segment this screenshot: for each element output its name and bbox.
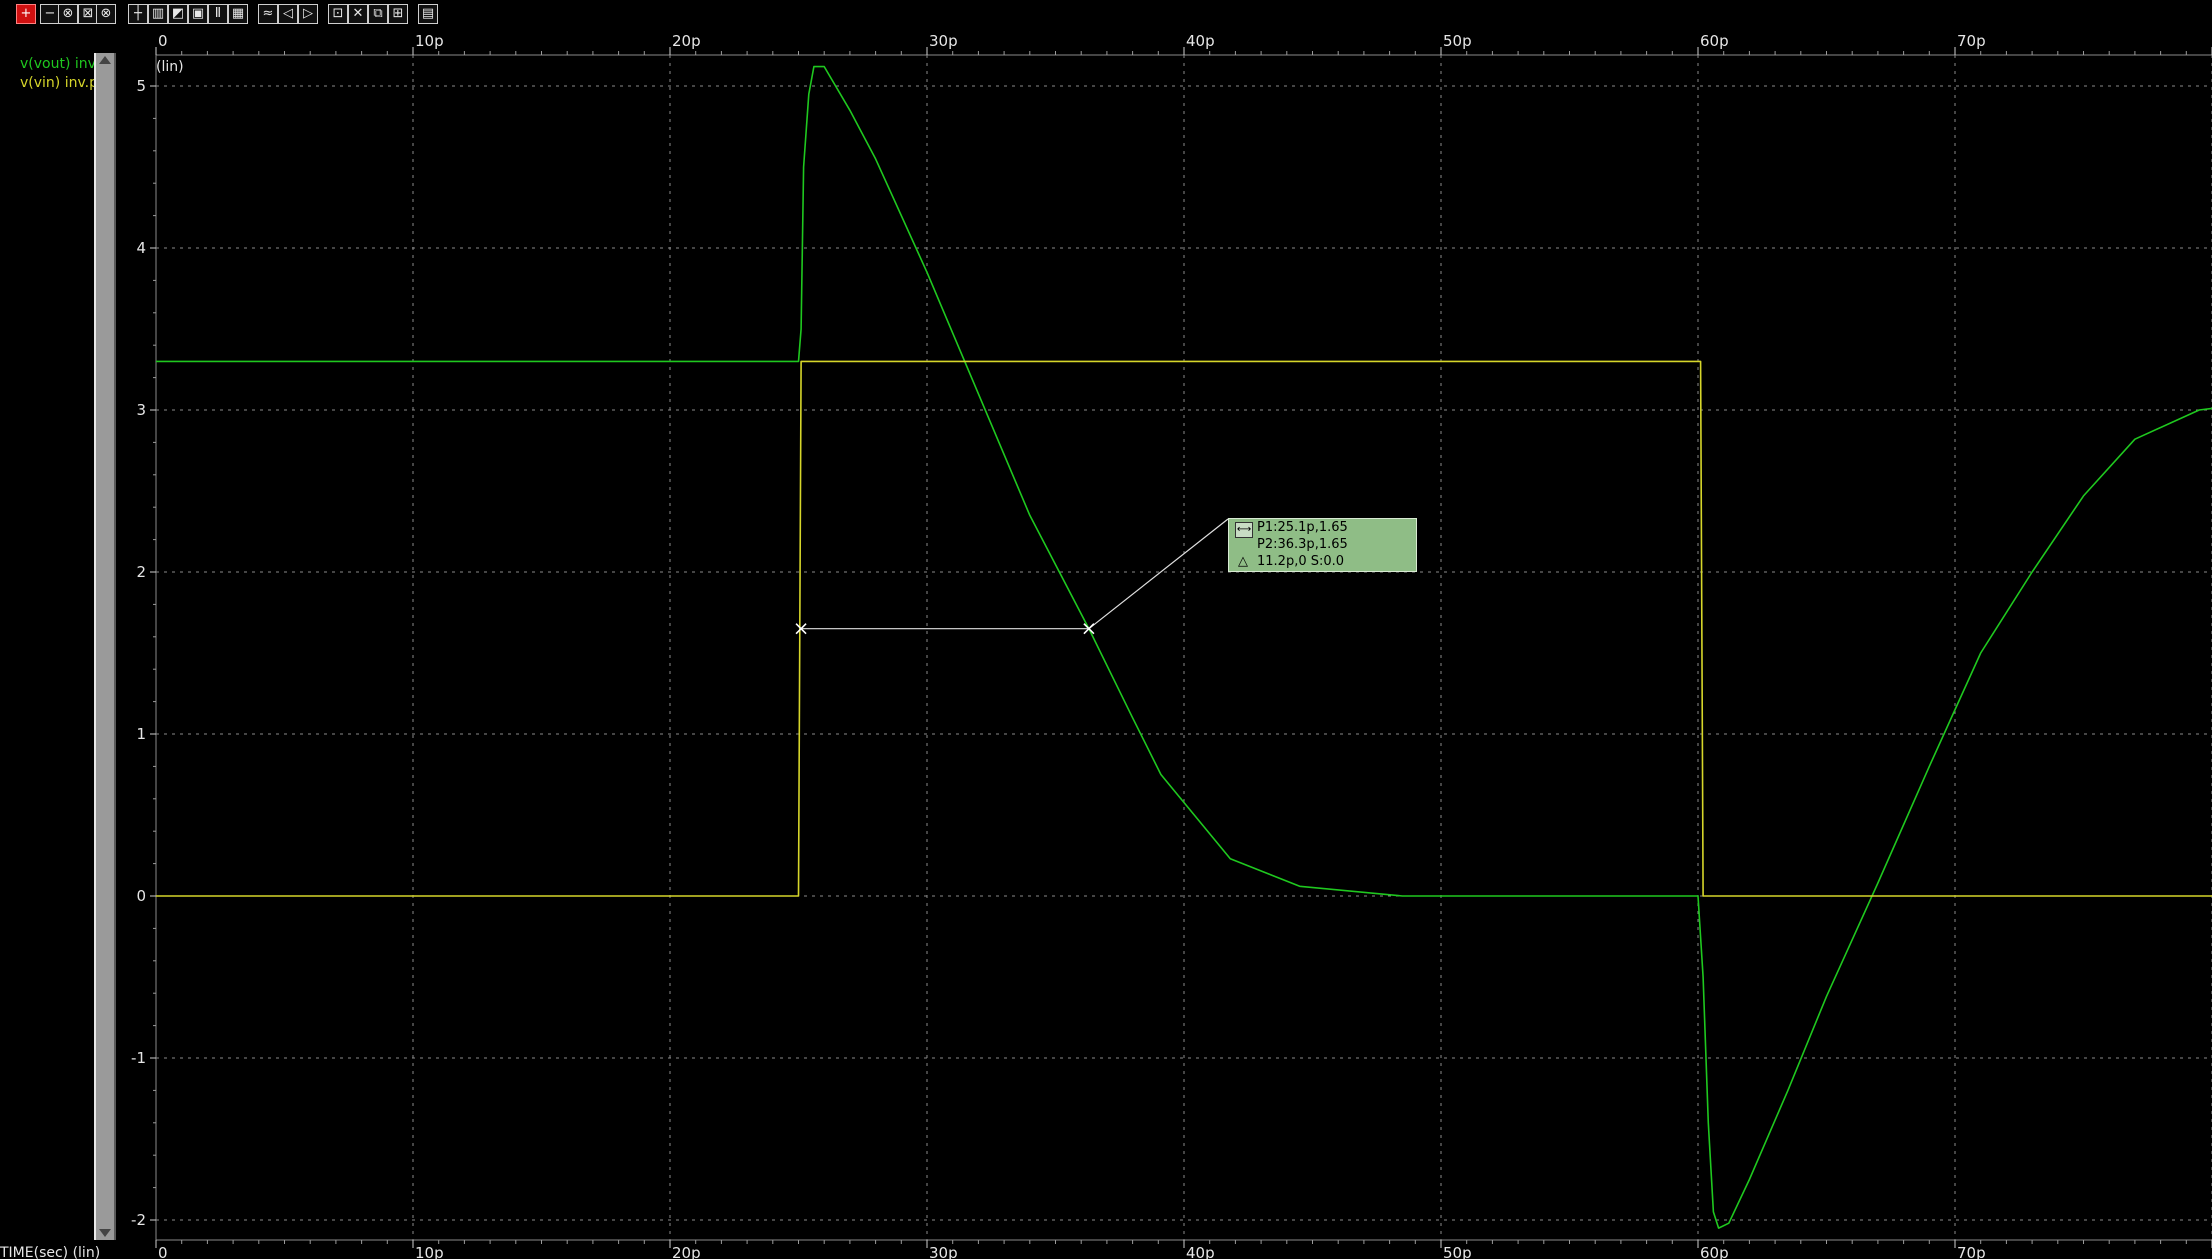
x-tick-label-bottom: 0 (158, 1244, 168, 1259)
delta-icon: △ (1238, 554, 1248, 569)
y-tick-label: 4 (136, 239, 146, 257)
axis-ticks: 0 0 10p 10p 20p 20p 30p 30p 40p 40p 50p 50p 60p 60p 70… (131, 32, 2212, 1259)
x-tick-label-top: 0 (158, 32, 168, 50)
x-tick-label-top: 70p (1957, 32, 1986, 50)
x-tick-label-top: 40p (1186, 32, 1215, 50)
x-tick-label-top: 60p (1700, 32, 1729, 50)
signal-legend: v(vout) inv.p v(vin) inv.p (20, 56, 100, 96)
y-tick-label: 3 (136, 401, 146, 419)
scroll-down-arrow-icon[interactable] (99, 1229, 111, 1237)
measure-leader-line (1088, 518, 1229, 630)
x-tick-label-bottom: 30p (929, 1244, 958, 1259)
p2-readout: P2:36.3p,1.65 (1257, 537, 1348, 552)
y-tick-label: 2 (136, 563, 146, 581)
legend-item-vin[interactable]: v(vin) inv.p (20, 75, 98, 91)
y-tick-label: 0 (136, 887, 146, 905)
waveform-plot[interactable]: 0 0 10p 10p 20p 20p 30p 30p 40p 40p 50p 50p 60p 60p 70… (0, 0, 2212, 1259)
p1-readout: P1:25.1p,1.65 (1257, 520, 1348, 535)
y-tick-label: -2 (131, 1211, 146, 1229)
scroll-up-arrow-icon[interactable] (99, 56, 111, 64)
x-tick-label-top: 30p (929, 32, 958, 50)
y-tick-label: -1 (131, 1049, 146, 1067)
x-tick-label-top: 10p (415, 32, 444, 50)
grid (155, 54, 2212, 1241)
vertical-scrollbar[interactable] (94, 53, 116, 1240)
y-axis-label: (lin) (156, 59, 184, 75)
x-axis-label: TIME(sec) (lin) (0, 1245, 100, 1259)
x-tick-label-bottom: 50p (1443, 1244, 1472, 1259)
y-tick-label: 5 (136, 77, 146, 95)
x-tick-label-bottom: 40p (1186, 1244, 1215, 1259)
legend-item-vout[interactable]: v(vout) inv.p (20, 56, 100, 72)
y-tick-label: 1 (136, 725, 146, 743)
x-tick-label-bottom: 70p (1957, 1244, 1986, 1259)
x-tick-label-top: 50p (1443, 32, 1472, 50)
x-tick-label-bottom: 20p (672, 1244, 701, 1259)
measurement-tooltip[interactable]: ⟷ P1:25.1p,1.65 P2:36.3p,1.65 △ 11.2p,0 … (1228, 518, 1417, 572)
x-tick-label-bottom: 60p (1700, 1244, 1729, 1259)
delta-readout: 11.2p,0 S:0.0 (1257, 554, 1345, 569)
measurement-cursor[interactable] (795, 518, 1229, 635)
x-tick-label-bottom: 10p (415, 1244, 444, 1259)
ruler-icon: ⟷ (1235, 522, 1253, 538)
x-tick-label-top: 20p (672, 32, 701, 50)
